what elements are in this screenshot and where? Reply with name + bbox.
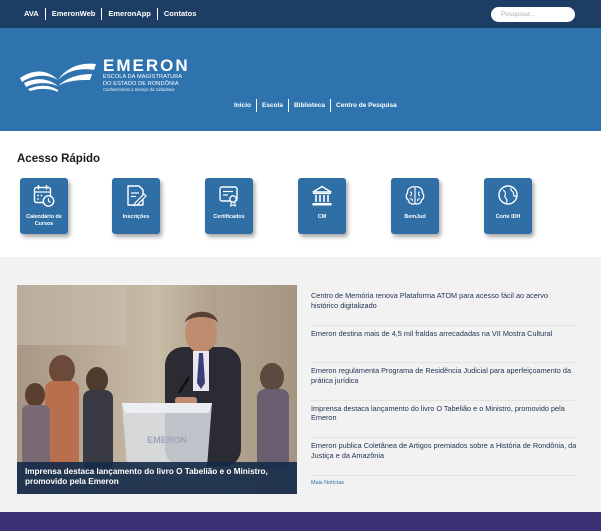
nav-centro-de-pesquisa[interactable]: Centro de Pesquisa — [330, 99, 402, 112]
brand-name: EMERON — [103, 56, 190, 75]
top-links: AVA EmeronWeb EmeronApp Contatos — [18, 8, 202, 20]
top-bar: AVA EmeronWeb EmeronApp Contatos — [0, 0, 601, 28]
main-nav: Início Escola Biblioteca Centro de Pesqu… — [229, 99, 402, 112]
news-item[interactable]: Imprensa destaca lançamento do livro O T… — [311, 401, 577, 438]
quick-card-label: BemJud — [404, 214, 426, 220]
featured-news-card[interactable]: EMERON Imprensa destaca lançamento do li… — [17, 285, 297, 494]
quick-card-cm[interactable]: CM — [298, 178, 346, 234]
podium-text: EMERON — [147, 435, 187, 445]
quick-card-bemjud[interactable]: BemJud — [391, 178, 439, 234]
news-item[interactable]: Emeron publica Coletânea de Artigos prem… — [311, 438, 577, 476]
featured-news-caption: Imprensa destaca lançamento do livro O T… — [17, 462, 297, 494]
certificate-icon — [219, 186, 238, 207]
quick-card-calendario[interactable]: Calendário de Cursos — [20, 178, 68, 234]
quick-access-section: Acesso Rápido Calendário de Cursos Inscr… — [0, 131, 601, 257]
calendar-clock-icon — [33, 185, 55, 207]
search-input[interactable] — [491, 7, 575, 22]
footer-bar — [0, 512, 601, 531]
news-item[interactable]: Emeron regulamenta Programa de Residênci… — [311, 363, 577, 401]
news-item[interactable]: Centro de Memória renova Plataforma ATOM… — [311, 288, 577, 326]
open-book-logo-icon[interactable] — [18, 56, 98, 92]
quick-card-label: CM — [317, 214, 327, 220]
top-link-emeronapp[interactable]: EmeronApp — [101, 8, 157, 20]
nav-escola[interactable]: Escola — [255, 99, 288, 112]
news-section: EMERON Imprensa destaca lançamento do li… — [0, 257, 601, 512]
news-item[interactable]: Emeron destina mais de 4,5 mil fraldas a… — [311, 326, 577, 363]
brain-icon — [405, 186, 425, 205]
brand-tagline: Conhecimento a Serviço da Cidadania — [103, 87, 175, 93]
news-list: Centro de Memória renova Plataforma ATOM… — [311, 288, 577, 476]
top-link-emeronweb[interactable]: EmeronWeb — [44, 8, 102, 20]
top-link-contatos[interactable]: Contatos — [156, 8, 203, 20]
more-news-link[interactable]: Mais Notícias — [311, 480, 344, 486]
brand-line-1: ESCOLA DA MAGISTRATURA — [103, 74, 183, 80]
quick-card-corte-idh[interactable]: Corte IDH — [484, 178, 532, 234]
nav-biblioteca[interactable]: Biblioteca — [287, 99, 330, 112]
globe-icon — [498, 185, 518, 205]
brand-line-2: DO ESTADO DE RONDÔNIA — [103, 80, 179, 87]
edit-document-icon — [127, 185, 147, 207]
quick-access-title: Acesso Rápido — [17, 153, 101, 165]
museum-icon — [312, 185, 332, 206]
quick-card-label: Inscrições — [122, 214, 150, 220]
nav-inicio[interactable]: Início — [229, 99, 256, 112]
quick-card-certificados[interactable]: Certificados — [205, 178, 253, 234]
quick-card-inscricoes[interactable]: Inscrições — [112, 178, 160, 234]
top-link-ava[interactable]: AVA — [18, 8, 45, 20]
brand-block[interactable]: EMERON ESCOLA DA MAGISTRATURA DO ESTADO … — [103, 57, 190, 93]
quick-card-label: Corte IDH — [495, 214, 521, 220]
site-header: EMERON ESCOLA DA MAGISTRATURA DO ESTADO … — [0, 28, 601, 131]
quick-card-label: Calendário de Cursos — [26, 214, 62, 227]
quick-card-label: Certificados — [213, 214, 245, 220]
